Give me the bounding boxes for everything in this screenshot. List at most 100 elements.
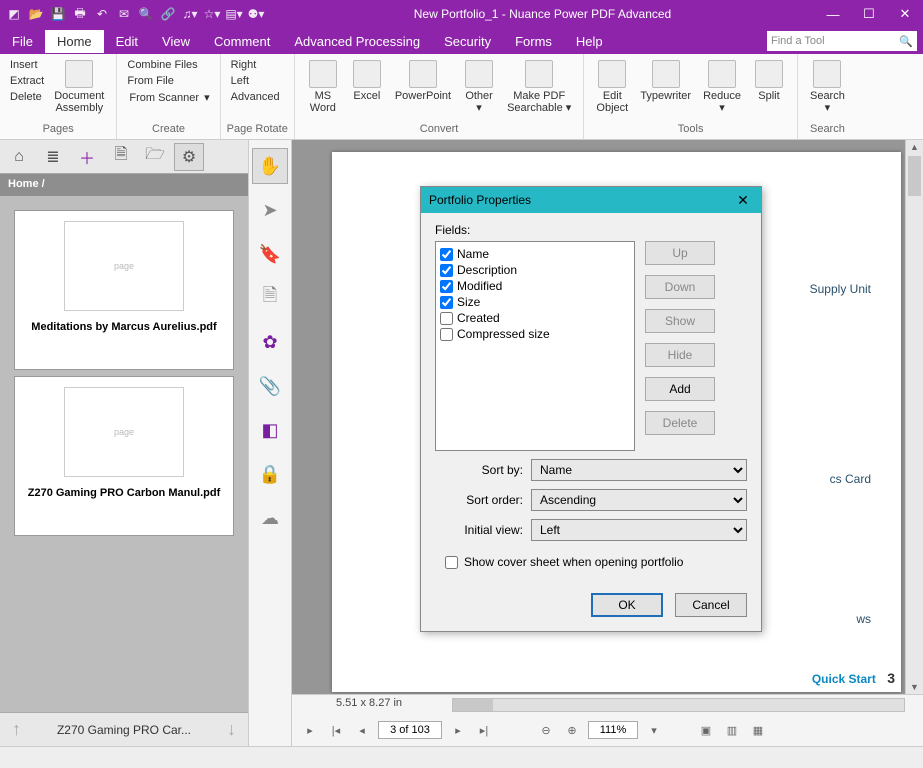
document-assembly-button[interactable]: Document Assembly — [48, 56, 110, 116]
rotate-left-button[interactable]: Left — [229, 74, 282, 88]
from-scanner-button[interactable]: From Scanner ▾ — [125, 90, 211, 105]
add-icon[interactable]: ＋ — [72, 143, 102, 171]
scrollbar-thumb[interactable] — [908, 156, 921, 196]
star-icon[interactable]: ☆▾ — [204, 6, 220, 22]
print-icon[interactable]: 🖶 — [72, 6, 88, 22]
prev-arrow-icon[interactable]: ↑ — [8, 719, 25, 740]
extract-button[interactable]: Extract — [8, 74, 46, 88]
save-icon[interactable]: 💾 — [50, 6, 66, 22]
tab-home[interactable]: Home — [45, 30, 104, 53]
tab-edit[interactable]: Edit — [104, 30, 150, 53]
zoom-dropdown-icon[interactable]: ▾ — [644, 720, 664, 740]
mail-icon[interactable]: ✉ — [116, 6, 132, 22]
collapse-icon[interactable]: ▸ — [300, 720, 320, 740]
breadcrumb[interactable]: Home / — [0, 174, 248, 196]
minimize-button[interactable]: — — [815, 0, 851, 28]
scroll-down-icon[interactable]: ▼ — [906, 682, 923, 692]
page-number-input[interactable] — [378, 721, 442, 739]
ok-button[interactable]: OK — [591, 593, 663, 617]
portfolio-item[interactable]: page Z270 Gaming PRO Carbon Manul.pdf — [14, 376, 234, 536]
open-icon[interactable]: 📂 — [28, 6, 44, 22]
ribbon-group-rotate: Right Left Advanced Page Rotate — [221, 54, 295, 139]
dialog-title-bar[interactable]: Portfolio Properties ✕ — [421, 187, 761, 213]
vertical-scrollbar[interactable]: ▲ ▼ — [905, 140, 923, 694]
from-file-button[interactable]: From File — [125, 74, 211, 88]
tab-security[interactable]: Security — [432, 30, 503, 53]
portfolio-item[interactable]: page Meditations by Marcus Aurelius.pdf — [14, 210, 234, 370]
view-mode-icon[interactable]: ▦ — [748, 720, 768, 740]
find-tool-input[interactable]: Find a Tool 🔍 — [767, 31, 917, 51]
stack-icon[interactable]: ▤▾ — [226, 6, 242, 22]
select-tool-icon[interactable]: ➤ — [252, 192, 288, 228]
edit-object-button[interactable]: Edit Object — [590, 56, 634, 116]
zoom-input[interactable] — [588, 721, 638, 739]
convert-other-button[interactable]: Other▾ — [457, 56, 501, 116]
convert-word-button[interactable]: MS Word — [301, 56, 345, 116]
delete-button[interactable]: Delete — [8, 90, 46, 104]
last-page-icon[interactable]: ▸| — [474, 720, 494, 740]
home-icon[interactable]: ⌂ — [4, 143, 34, 171]
zoom-out-icon[interactable]: ⊖ — [536, 720, 556, 740]
fields-listbox[interactable]: Name Description Modified Size Created C… — [435, 241, 635, 451]
maximize-button[interactable]: ☐ — [851, 0, 887, 28]
hide-button[interactable]: Hide — [645, 343, 715, 367]
list-icon[interactable]: ≣ — [38, 143, 68, 171]
view-mode-icon[interactable]: ▣ — [696, 720, 716, 740]
attachment-icon[interactable]: 📎 — [252, 368, 288, 404]
delete-button[interactable]: Delete — [645, 411, 715, 435]
down-button[interactable]: Down — [645, 275, 715, 299]
form-icon[interactable]: ◧ — [252, 412, 288, 448]
cover-sheet-checkbox[interactable]: Show cover sheet when opening portfolio — [445, 555, 747, 569]
sortorder-select[interactable]: Ascending — [531, 489, 747, 511]
search-button[interactable]: Search▾ — [804, 56, 851, 116]
tab-file[interactable]: File — [0, 30, 45, 53]
person-icon[interactable]: ⚉▾ — [248, 6, 264, 22]
rotate-right-button[interactable]: Right — [229, 58, 282, 72]
combine-files-button[interactable]: Combine Files — [125, 58, 211, 72]
scrollbar-thumb[interactable] — [453, 699, 493, 711]
tab-advanced[interactable]: Advanced Processing — [282, 30, 432, 53]
cloud-icon[interactable]: ☁ — [252, 500, 288, 536]
cancel-button[interactable]: Cancel — [675, 593, 747, 617]
convert-ppt-button[interactable]: PowerPoint — [389, 56, 457, 104]
pages-icon[interactable]: 🗎 — [252, 280, 288, 316]
first-page-icon[interactable]: |◂ — [326, 720, 346, 740]
gear-icon[interactable]: ⚙ — [174, 143, 204, 171]
next-arrow-icon[interactable]: ↓ — [223, 719, 240, 740]
scroll-up-icon[interactable]: ▲ — [906, 142, 923, 152]
undo-icon[interactable]: ↶ — [94, 6, 110, 22]
document-icon[interactable]: 🗎 — [106, 143, 136, 171]
add-button[interactable]: Add — [645, 377, 715, 401]
bookmark-icon[interactable]: 🔖 — [252, 236, 288, 272]
make-searchable-button[interactable]: Make PDF Searchable ▾ — [501, 56, 577, 116]
prev-page-icon[interactable]: ◂ — [352, 720, 372, 740]
tab-forms[interactable]: Forms — [503, 30, 564, 53]
typewriter-button[interactable]: Typewriter — [634, 56, 697, 104]
link-icon[interactable]: 🔗 — [160, 6, 176, 22]
insert-button[interactable]: Insert — [8, 58, 46, 72]
rotate-advanced-button[interactable]: Advanced — [229, 90, 282, 104]
folder-icon[interactable]: 🗁 — [140, 143, 170, 171]
tab-help[interactable]: Help — [564, 30, 615, 53]
up-button[interactable]: Up — [645, 241, 715, 265]
reduce-button[interactable]: Reduce▾ — [697, 56, 747, 116]
view-mode-icon[interactable]: ▥ — [722, 720, 742, 740]
music-icon[interactable]: ♫▾ — [182, 6, 198, 22]
stamp-icon[interactable]: ✿ — [252, 324, 288, 360]
lock-icon[interactable]: 🔒 — [252, 456, 288, 492]
quick-start-link[interactable]: Quick Start 3 — [812, 670, 895, 686]
next-page-icon[interactable]: ▸ — [448, 720, 468, 740]
tab-view[interactable]: View — [150, 30, 202, 53]
horizontal-scrollbar[interactable] — [452, 698, 905, 712]
convert-excel-button[interactable]: Excel — [345, 56, 389, 104]
sortby-select[interactable]: Name — [531, 459, 747, 481]
hand-tool-icon[interactable]: ✋ — [252, 148, 288, 184]
close-button[interactable]: ✕ — [887, 0, 923, 28]
split-button[interactable]: Split — [747, 56, 791, 104]
show-button[interactable]: Show — [645, 309, 715, 333]
search-icon[interactable]: 🔍 — [138, 6, 154, 22]
initialview-select[interactable]: Left — [531, 519, 747, 541]
dialog-close-button[interactable]: ✕ — [733, 192, 753, 209]
tab-comment[interactable]: Comment — [202, 30, 282, 53]
zoom-in-icon[interactable]: ⊕ — [562, 720, 582, 740]
